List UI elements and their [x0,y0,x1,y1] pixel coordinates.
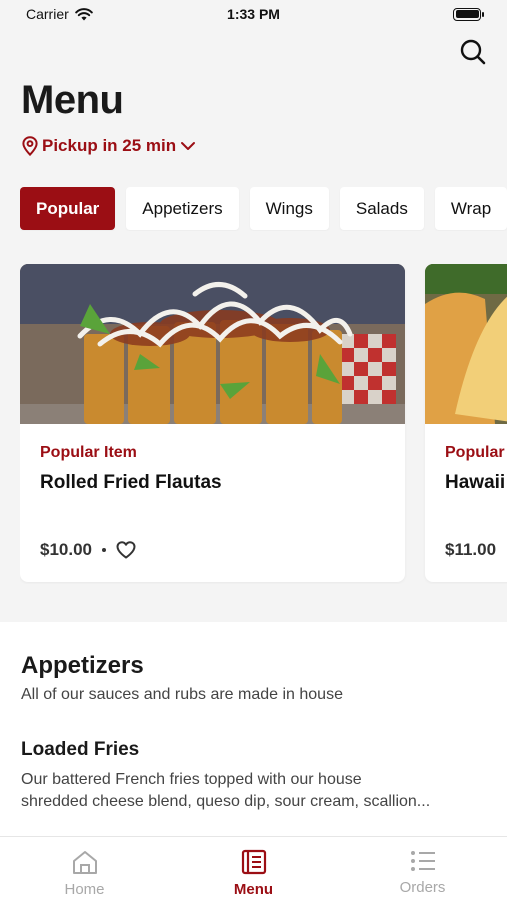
menu-book-icon [241,849,266,875]
section-subtitle: All of our sauces and rubs are made in h… [21,686,343,703]
separator-dot [102,548,106,552]
card-price-row: $11.00 [445,540,496,560]
card-title: Hawaii [445,472,506,493]
clock: 1:33 PM [227,6,280,22]
tab-home-label: Home [64,881,105,898]
category-chip-salads[interactable]: Salads [339,187,424,230]
category-chip-popular[interactable]: Popular [20,187,116,230]
appetizers-section: Appetizers All of our sauces and rubs ar… [0,622,507,842]
tab-orders[interactable]: Orders [338,837,507,900]
category-chip-wraps[interactable]: Wrap [434,187,507,230]
card-price: $10.00 [40,540,92,559]
menu-item-description-line: Our battered French fries topped with ou… [21,771,362,788]
featured-card[interactable]: Popular Item Rolled Fried Flautas $10.00 [20,264,405,582]
category-chip-wings[interactable]: Wings [249,187,329,230]
tab-orders-label: Orders [399,879,446,896]
page-title: Menu [21,78,124,122]
food-image [425,264,507,424]
status-left: Carrier [26,6,93,22]
category-tabs: Popular Appetizers Wings Salads Wrap [20,187,507,231]
tab-menu-label: Menu [233,881,274,898]
location-pin-icon [22,136,38,156]
pickup-label: Pickup in 25 min [42,136,177,155]
battery-icon [453,7,484,21]
section-title: Appetizers [21,652,144,679]
wifi-icon [74,7,93,20]
featured-card[interactable]: Popular Item Hawaii $11.00 [425,264,507,582]
menu-item-description-line: shredded cheese blend, queso dip, sour c… [21,793,431,810]
tab-menu[interactable]: Menu [169,837,338,900]
tab-home[interactable]: Home [0,837,169,900]
home-icon [72,851,97,874]
heart-icon[interactable] [116,541,136,559]
menu-item-name[interactable]: Loaded Fries [21,739,139,761]
card-price-row: $10.00 [40,540,136,560]
card-tag: Popular Item [40,444,137,461]
featured-carousel: Popular Item Rolled Fried Flautas $10.00… [20,264,507,584]
card-tag: Popular Item [445,444,507,461]
status-bar: Carrier 1:33 PM [0,0,507,28]
menu-item-description: Our battered French fries topped with ou… [21,769,491,813]
carrier-label: Carrier [26,6,69,22]
search-icon [460,39,486,65]
chevron-down-icon [181,142,196,150]
card-title: Rolled Fried Flautas [40,472,222,493]
card-price: $11.00 [445,540,497,559]
search-button[interactable] [459,38,487,66]
food-image [20,264,405,424]
list-icon [410,851,435,871]
pickup-selector[interactable]: Pickup in 25 min [22,136,196,156]
bottom-tab-bar: Home Menu Orders [0,836,507,900]
category-chip-appetizers[interactable]: Appetizers [126,187,239,230]
